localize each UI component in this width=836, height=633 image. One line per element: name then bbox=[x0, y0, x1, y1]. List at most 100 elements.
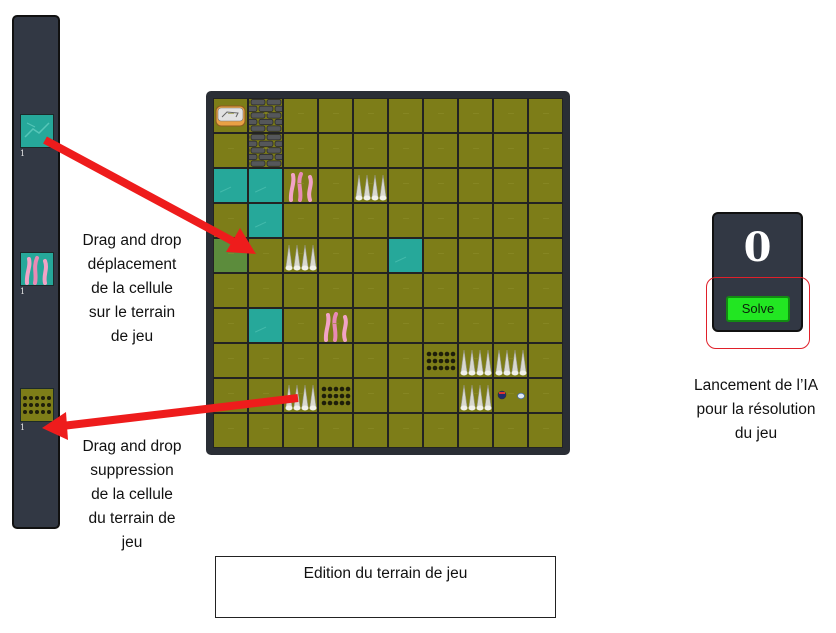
board-cell-ground[interactable] bbox=[353, 413, 388, 448]
board-cell-spikes[interactable] bbox=[283, 378, 318, 413]
board-cell-ground[interactable] bbox=[528, 238, 563, 273]
board-cell-mud-holes[interactable] bbox=[318, 378, 353, 413]
board-cell-water[interactable] bbox=[248, 308, 283, 343]
board-cell-ground[interactable] bbox=[388, 343, 423, 378]
board-cell-ground[interactable] bbox=[353, 98, 388, 133]
board-cell-ground[interactable] bbox=[318, 203, 353, 238]
board-cell-ground[interactable] bbox=[528, 343, 563, 378]
board-cell-ground[interactable] bbox=[213, 203, 248, 238]
board-cell-ground[interactable] bbox=[493, 133, 528, 168]
board-cell-spikes[interactable] bbox=[493, 343, 528, 378]
board-cell-ground[interactable] bbox=[423, 168, 458, 203]
board-cell-ground[interactable] bbox=[388, 203, 423, 238]
board-cell-items[interactable] bbox=[493, 378, 528, 413]
board-cell-ground[interactable] bbox=[458, 273, 493, 308]
board-cell-spikes[interactable] bbox=[458, 378, 493, 413]
board-cell-ground[interactable] bbox=[458, 238, 493, 273]
board-cell-ground[interactable] bbox=[388, 98, 423, 133]
board-cell-ground[interactable] bbox=[528, 308, 563, 343]
board-cell-ground[interactable] bbox=[248, 378, 283, 413]
board-cell-ground[interactable] bbox=[423, 308, 458, 343]
board-cell-ground[interactable] bbox=[423, 273, 458, 308]
board-cell-ground[interactable] bbox=[213, 343, 248, 378]
board-cell-ground[interactable] bbox=[388, 168, 423, 203]
board-cell-ground[interactable] bbox=[493, 273, 528, 308]
palette-mud-holes-tile[interactable] bbox=[20, 388, 54, 422]
board-cell-ground[interactable] bbox=[283, 203, 318, 238]
board-cell-ground[interactable] bbox=[388, 308, 423, 343]
board-cell-ground[interactable] bbox=[458, 168, 493, 203]
board-cell-mud-holes[interactable] bbox=[423, 343, 458, 378]
game-board[interactable] bbox=[213, 98, 563, 448]
board-cell-ground[interactable] bbox=[318, 168, 353, 203]
board-cell-ground[interactable] bbox=[318, 98, 353, 133]
board-cell-ground[interactable] bbox=[248, 343, 283, 378]
board-cell-ground[interactable] bbox=[318, 413, 353, 448]
board-cell-ground[interactable] bbox=[423, 133, 458, 168]
board-cell-ground[interactable] bbox=[493, 308, 528, 343]
board-cell-ground[interactable] bbox=[423, 203, 458, 238]
board-cell-ground[interactable] bbox=[458, 133, 493, 168]
board-cell-ground[interactable] bbox=[528, 168, 563, 203]
board-cell-water[interactable] bbox=[213, 168, 248, 203]
board-cell-ground[interactable] bbox=[493, 98, 528, 133]
board-cell-ground[interactable] bbox=[353, 273, 388, 308]
board-cell-ground[interactable] bbox=[283, 413, 318, 448]
board-cell-coral[interactable] bbox=[318, 308, 353, 343]
board-cell-ground[interactable] bbox=[388, 273, 423, 308]
board-cell-ground[interactable] bbox=[493, 168, 528, 203]
board-cell-ground[interactable] bbox=[423, 98, 458, 133]
board-cell-ground[interactable] bbox=[493, 203, 528, 238]
board-cell-water[interactable] bbox=[388, 238, 423, 273]
board-cell-ground[interactable] bbox=[353, 378, 388, 413]
board-cell-spikes[interactable] bbox=[353, 168, 388, 203]
board-cell-ground[interactable] bbox=[353, 308, 388, 343]
board-cell-ground[interactable] bbox=[353, 343, 388, 378]
board-cell-water[interactable] bbox=[248, 203, 283, 238]
board-cell-ground[interactable] bbox=[213, 308, 248, 343]
board-cell-water[interactable] bbox=[248, 168, 283, 203]
board-cell-ground[interactable] bbox=[248, 413, 283, 448]
board-cell-ground[interactable] bbox=[248, 238, 283, 273]
board-cell-ground[interactable] bbox=[353, 203, 388, 238]
board-cell-ground[interactable] bbox=[528, 203, 563, 238]
board-cell-ground[interactable] bbox=[423, 413, 458, 448]
board-cell-ground[interactable] bbox=[528, 273, 563, 308]
board-cell-ground[interactable] bbox=[213, 273, 248, 308]
board-cell-ground[interactable] bbox=[318, 238, 353, 273]
board-cell-ground[interactable] bbox=[458, 98, 493, 133]
board-cell-ground[interactable] bbox=[528, 378, 563, 413]
board-cell-ground[interactable] bbox=[283, 343, 318, 378]
board-cell-ground[interactable] bbox=[248, 273, 283, 308]
palette-coral-tile[interactable] bbox=[20, 252, 54, 286]
board-cell-ground[interactable] bbox=[423, 238, 458, 273]
board-cell-ground[interactable] bbox=[458, 203, 493, 238]
board-cell-ground[interactable] bbox=[493, 413, 528, 448]
board-cell-ground[interactable] bbox=[283, 273, 318, 308]
board-cell-coral[interactable] bbox=[283, 168, 318, 203]
board-cell-ghost-drop[interactable] bbox=[213, 238, 248, 273]
board-cell-ground[interactable] bbox=[528, 133, 563, 168]
board-cell-ground[interactable] bbox=[318, 343, 353, 378]
board-cell-ground[interactable] bbox=[213, 413, 248, 448]
board-cell-ground[interactable] bbox=[458, 308, 493, 343]
board-cell-ground[interactable] bbox=[493, 238, 528, 273]
board-cell-ground[interactable] bbox=[353, 238, 388, 273]
board-cell-ground[interactable] bbox=[458, 413, 493, 448]
board-cell-ground[interactable] bbox=[388, 133, 423, 168]
board-cell-ground[interactable] bbox=[318, 133, 353, 168]
board-cell-ground[interactable] bbox=[528, 413, 563, 448]
board-cell-spikes[interactable] bbox=[283, 238, 318, 273]
board-cell-ground[interactable] bbox=[283, 133, 318, 168]
board-cell-ground[interactable] bbox=[213, 378, 248, 413]
board-cell-player-bed[interactable] bbox=[213, 98, 248, 133]
board-cell-ground[interactable] bbox=[388, 413, 423, 448]
board-cell-stone-wall[interactable] bbox=[248, 98, 283, 133]
board-cell-ground[interactable] bbox=[388, 378, 423, 413]
board-cell-ground[interactable] bbox=[528, 98, 563, 133]
board-cell-ground[interactable] bbox=[353, 133, 388, 168]
board-cell-ground[interactable] bbox=[283, 98, 318, 133]
board-cell-spikes[interactable] bbox=[458, 343, 493, 378]
board-cell-ground[interactable] bbox=[318, 273, 353, 308]
palette-water-tile[interactable] bbox=[20, 114, 54, 148]
